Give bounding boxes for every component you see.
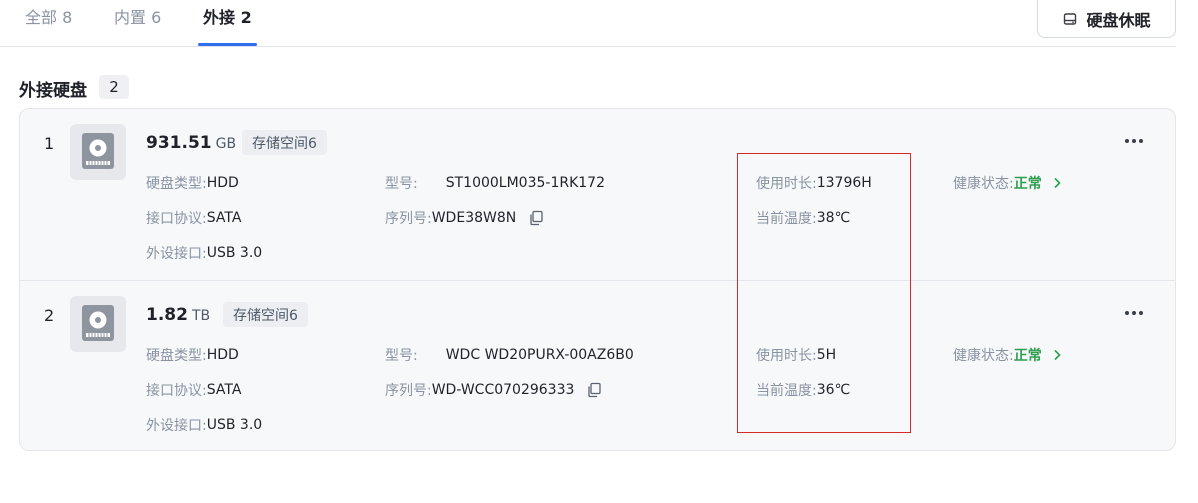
disk-sleep-icon xyxy=(1064,12,1077,25)
chevron-right-icon[interactable] xyxy=(1052,349,1062,361)
current-temperature-value: 36℃ xyxy=(816,382,851,398)
disk-index: 2 xyxy=(44,306,55,325)
disk-row: 1 931.51 GB 存储空间6 硬盘类型: HDD 接口协议: SATA 外… xyxy=(20,109,1175,280)
disk-type: 硬盘类型: HDD xyxy=(146,173,239,193)
disk-row: 2 1.82 TB 存储空间6 硬盘类型: HDD 接口协议: SATA 外设接… xyxy=(20,280,1175,450)
disk-type-value: HDD xyxy=(206,175,239,191)
peripheral-port-label: 外设接口: xyxy=(146,418,207,434)
interface-protocol-value: SATA xyxy=(206,382,242,398)
chevron-right-icon[interactable] xyxy=(1052,177,1062,189)
serial-number-value: WDE38W8N xyxy=(431,210,517,226)
health-status-label: 健康状态: xyxy=(953,348,1014,364)
disk-capacity: 931.51 GB xyxy=(146,133,236,153)
peripheral-port-label: 外设接口: xyxy=(146,246,207,262)
interface-protocol-value: SATA xyxy=(206,210,242,226)
serial-number-value: WD-WCC070296333 xyxy=(431,382,575,398)
health-status[interactable]: 健康状态: 正常 xyxy=(953,345,1062,365)
disk-model-value: WDC WD20PURX-00AZ6B0 xyxy=(445,347,634,363)
hard-disk-icon xyxy=(70,296,126,352)
disk-type-value: HDD xyxy=(206,347,239,363)
usage-duration-value: 5H xyxy=(816,347,837,363)
serial-number-label: 序列号: xyxy=(385,383,432,399)
disk-sleep-label: 硬盘休眠 xyxy=(1086,10,1151,30)
serial-number: 序列号: WD-WCC070296333 xyxy=(385,380,602,400)
copy-icon[interactable] xyxy=(528,210,544,226)
disk-model: 型号: WDC WD20PURX-00AZ6B0 xyxy=(385,345,634,365)
usage-duration-label: 使用时长: xyxy=(756,348,817,364)
more-options-icon[interactable] xyxy=(1120,303,1148,323)
section-count-badge: 2 xyxy=(99,75,129,99)
disk-model: 型号: ST1000LM035-1RK172 xyxy=(385,173,605,193)
disk-model-label: 型号: xyxy=(385,348,418,364)
disk-index: 1 xyxy=(44,134,55,153)
capacity-unit: GB xyxy=(215,136,237,152)
tab-all[interactable]: 全部 8 xyxy=(25,4,72,28)
disk-type-label: 硬盘类型: xyxy=(146,176,207,192)
current-temperature: 当前温度: 38℃ xyxy=(756,208,850,228)
interface-protocol-label: 接口协议: xyxy=(146,211,207,227)
current-temperature: 当前温度: 36℃ xyxy=(756,380,850,400)
peripheral-port: 外设接口: USB 3.0 xyxy=(146,243,262,263)
hard-disk-icon xyxy=(70,124,126,180)
interface-protocol: 接口协议: SATA xyxy=(146,208,241,228)
current-temperature-value: 38℃ xyxy=(816,210,851,226)
serial-number-label: 序列号: xyxy=(385,211,432,227)
disk-model-value: ST1000LM035-1RK172 xyxy=(445,175,605,191)
storage-pool-tag[interactable]: 存储空间6 xyxy=(223,302,308,327)
health-status-value[interactable]: 正常 xyxy=(1014,173,1042,193)
health-status-value[interactable]: 正常 xyxy=(1014,345,1042,365)
tab-external[interactable]: 外接 2 xyxy=(203,4,252,28)
more-options-icon[interactable] xyxy=(1120,131,1148,151)
usage-duration-value: 13796H xyxy=(816,175,872,191)
peripheral-port: 外设接口: USB 3.0 xyxy=(146,415,262,435)
disk-list: 1 931.51 GB 存储空间6 硬盘类型: HDD 接口协议: SATA 外… xyxy=(19,108,1176,451)
peripheral-port-value: USB 3.0 xyxy=(206,245,263,261)
disk-type: 硬盘类型: HDD xyxy=(146,345,239,365)
usage-duration: 使用时长: 13796H xyxy=(756,173,872,193)
disk-type-label: 硬盘类型: xyxy=(146,348,207,364)
storage-pool-tag[interactable]: 存储空间6 xyxy=(242,130,327,155)
tab-internal[interactable]: 内置 6 xyxy=(114,4,161,28)
disk-sleep-button[interactable]: 硬盘休眠 xyxy=(1037,0,1176,38)
capacity-value: 931.51 xyxy=(146,133,212,153)
serial-number: 序列号: WDE38W8N xyxy=(385,208,544,228)
health-status[interactable]: 健康状态: 正常 xyxy=(953,173,1062,193)
current-temperature-label: 当前温度: xyxy=(756,383,817,399)
section-title: 外接硬盘 xyxy=(19,81,87,101)
peripheral-port-value: USB 3.0 xyxy=(206,417,263,433)
current-temperature-label: 当前温度: xyxy=(756,211,817,227)
usage-duration: 使用时长: 5H xyxy=(756,345,836,365)
interface-protocol-label: 接口协议: xyxy=(146,383,207,399)
disk-model-label: 型号: xyxy=(385,176,418,192)
capacity-value: 1.82 xyxy=(146,305,188,325)
copy-icon[interactable] xyxy=(586,382,602,398)
interface-protocol: 接口协议: SATA xyxy=(146,380,241,400)
capacity-unit: TB xyxy=(191,308,211,324)
usage-duration-label: 使用时长: xyxy=(756,176,817,192)
disk-capacity: 1.82 TB xyxy=(146,305,210,325)
tab-bar: 全部 8 内置 6 外接 2 xyxy=(0,0,1176,47)
health-status-label: 健康状态: xyxy=(953,176,1014,192)
active-tab-indicator xyxy=(198,43,257,46)
